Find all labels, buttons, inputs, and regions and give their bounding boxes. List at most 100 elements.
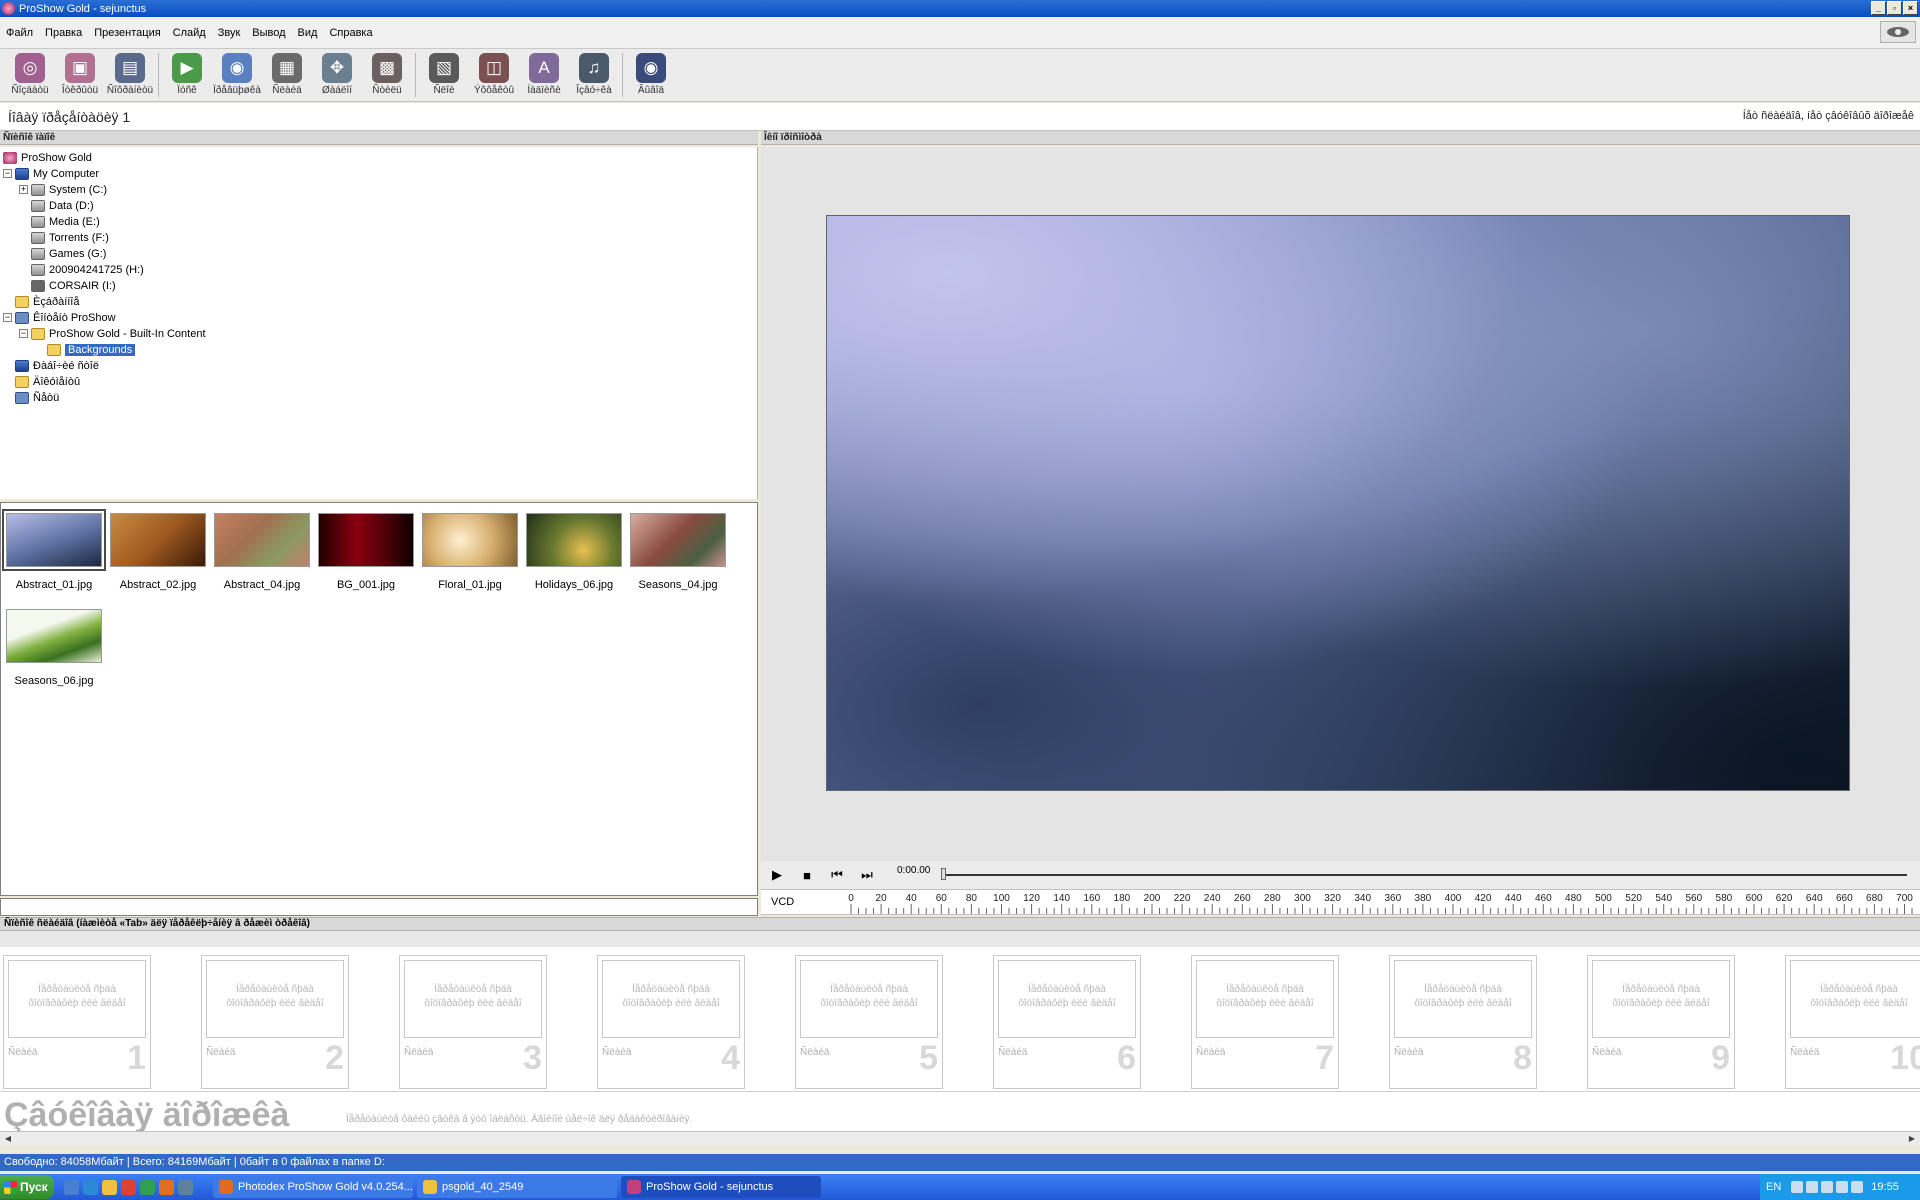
- menu-item-4[interactable]: Слайд: [173, 27, 206, 39]
- collapse-icon[interactable]: −: [19, 329, 28, 338]
- tree-node[interactable]: Äîêóìåíòû: [15, 374, 80, 389]
- tree-node[interactable]: − Êîíòåíò ProShow: [3, 310, 116, 325]
- play-button[interactable]: ▶ Ïóñê: [165, 53, 209, 96]
- slide-slot[interactable]: Ïåðåòàùèòå ñþäà ôîòîãðàôèþ èëè âèäåî Ñëàéä…: [1587, 955, 1735, 1089]
- sound-button[interactable]: ♫ Îçâó÷êà: [572, 53, 616, 96]
- slide-drop-target[interactable]: Ïåðåòàùèòå ñþäà ôîòîãðàôèþ èëè âèäåî: [404, 960, 542, 1038]
- show-desktop-icon[interactable]: [64, 1179, 79, 1195]
- playback-slider-handle[interactable]: [941, 868, 946, 880]
- tree-node[interactable]: Games (G:): [31, 246, 106, 261]
- collapse-icon[interactable]: −: [3, 169, 12, 178]
- tree-node[interactable]: Data (D:): [31, 198, 94, 213]
- tree-node[interactable]: − My Computer: [3, 166, 99, 181]
- app-h-icon[interactable]: [140, 1179, 155, 1195]
- open-button[interactable]: ▣ Îòêðûòü: [58, 53, 102, 96]
- minimize-button[interactable]: _: [1871, 1, 1886, 15]
- tray-clock-app-icon[interactable]: [1821, 1181, 1834, 1193]
- slide-drop-target[interactable]: Ïåðåòàùèòå ñþäà ôîòîãðàôèþ èëè âèäåî: [1790, 960, 1920, 1038]
- playback-slider[interactable]: [941, 874, 1907, 876]
- restore-button[interactable]: ▫: [1887, 1, 1902, 15]
- tree-node[interactable]: Backgrounds: [47, 342, 136, 357]
- file-thumbnail[interactable]: Abstract_04.jpg: [212, 513, 312, 591]
- slide-drop-target[interactable]: Ïåðåòàùèòå ñþäà ôîòîãðàôèþ èëè âèäåî: [1592, 960, 1730, 1038]
- menu-item-5[interactable]: Звук: [218, 27, 241, 39]
- scroll-left-icon[interactable]: ◀: [2, 1133, 14, 1144]
- slide-slot[interactable]: Ïåðåòàùèòå ñþäà ôîòîãðàôèþ èëè âèäåî Ñëàéä…: [795, 955, 943, 1089]
- close-button[interactable]: ×: [1903, 1, 1918, 15]
- menu-item-8[interactable]: Справка: [329, 27, 372, 39]
- slide-drop-target[interactable]: Ïåðåòàùèòå ñþäà ôîòîãðàôèþ èëè âèäåî: [206, 960, 344, 1038]
- tree-node[interactable]: Media (E:): [31, 214, 100, 229]
- acrobat-icon[interactable]: [121, 1179, 136, 1195]
- tree-node[interactable]: Ñåòü: [15, 390, 59, 405]
- taskbar-task[interactable]: psgold_40_2549: [417, 1176, 617, 1198]
- file-thumbnail[interactable]: Holidays_06.jpg: [524, 513, 624, 591]
- tree-node[interactable]: CORSAIR (I:): [31, 278, 116, 293]
- slide-drop-target[interactable]: Ïåðåòàùèòå ñþäà ôîòîãðàôèþ èëè âèäåî: [1196, 960, 1334, 1038]
- file-thumbnail[interactable]: Abstract_01.jpg: [2, 509, 106, 591]
- file-filter-field[interactable]: [0, 898, 758, 916]
- style-button[interactable]: ▩ Ñòèëü: [365, 53, 409, 96]
- view-toggle-button[interactable]: [1880, 21, 1916, 43]
- slide-slot[interactable]: Ïåðåòàùèòå ñþäà ôîòîãðàôèþ èëè âèäåî Ñëàéä…: [1191, 955, 1339, 1089]
- taskbar-task[interactable]: ProShow Gold - sejunctus: [621, 1176, 821, 1198]
- internet-explorer-icon[interactable]: [83, 1179, 98, 1195]
- slide-drop-target[interactable]: Ïåðåòàùèòå ñþäà ôîòîãðàôèþ èëè âèäåî: [1394, 960, 1532, 1038]
- preview-button[interactable]: ◉ Ïðåâüþøêà: [213, 53, 261, 96]
- next-icon[interactable]: ⏭: [857, 865, 877, 885]
- taskbar-task[interactable]: Photodex ProShow Gold v4.0.254...: [213, 1176, 413, 1198]
- file-thumbnail[interactable]: Seasons_04.jpg: [628, 513, 728, 591]
- tree-node[interactable]: Torrents (F:): [31, 230, 109, 245]
- template-button[interactable]: ✥ Øàáëîí: [315, 53, 359, 96]
- output-button[interactable]: ◉ Âûâîä: [629, 53, 673, 96]
- tree-node[interactable]: + System (C:): [19, 182, 107, 197]
- firefox-icon[interactable]: [159, 1179, 174, 1195]
- slide-slot[interactable]: Ïåðåòàùèòå ñþäà ôîòîãðàôèþ èëè âèäåî Ñëàéä…: [3, 955, 151, 1089]
- menu-item-7[interactable]: Вид: [298, 27, 318, 39]
- horizontal-scrollbar[interactable]: ◀ ▶: [0, 1131, 1920, 1145]
- folder-icon[interactable]: [102, 1179, 117, 1195]
- language-indicator[interactable]: EN: [1766, 1181, 1781, 1193]
- slide-button[interactable]: ▦ Ñëàéä: [265, 53, 309, 96]
- tray-security-icon[interactable]: [1806, 1181, 1819, 1193]
- layers-button[interactable]: ▧ Ñëîè: [422, 53, 466, 96]
- tree-node[interactable]: Ðàáî÷èé ñòîë: [15, 358, 99, 373]
- slide-drop-target[interactable]: Ïåðåòàùèòå ñþäà ôîòîãðàôèþ èëè âèäåî: [8, 960, 146, 1038]
- slide-slot[interactable]: Ïåðåòàùèòå ñþäà ôîòîãðàôèþ èëè âèäåî Ñëàéä…: [201, 955, 349, 1089]
- menu-item-1[interactable]: Файл: [6, 27, 33, 39]
- monitor-icon[interactable]: [178, 1179, 193, 1195]
- tree-node[interactable]: Èçáðàííîå: [15, 294, 79, 309]
- play-icon[interactable]: ▶: [767, 865, 787, 885]
- slide-slot[interactable]: Ïåðåòàùèòå ñþäà ôîòîãðàôèþ èëè âèäåî Ñëàéä…: [597, 955, 745, 1089]
- output-format[interactable]: VCD: [771, 896, 794, 908]
- menu-item-6[interactable]: Вывод: [252, 27, 285, 39]
- slide-drop-target[interactable]: Ïåðåòàùèòå ñþäà ôîòîãðàôèþ èëè âèäåî: [998, 960, 1136, 1038]
- soundtrack-area[interactable]: Çâóêîâàÿ äîðîæêà Ïåðåòàùèòå ôàéëû çâóêà …: [0, 1091, 1920, 1134]
- expand-icon[interactable]: +: [19, 185, 28, 194]
- scroll-right-icon[interactable]: ▶: [1906, 1133, 1918, 1144]
- save-button[interactable]: ▤ Ñîõðàíèòü: [107, 53, 153, 96]
- tray-volume-icon[interactable]: [1851, 1181, 1864, 1193]
- tray-network-icon[interactable]: [1791, 1181, 1804, 1193]
- menu-item-2[interactable]: Правка: [45, 27, 82, 39]
- file-thumbnail[interactable]: Floral_01.jpg: [420, 513, 520, 591]
- slide-slot[interactable]: Ïåðåòàùèòå ñþäà ôîòîãðàôèþ èëè âèäåî Ñëàéä…: [399, 955, 547, 1089]
- tree-node[interactable]: ProShow Gold: [3, 150, 92, 165]
- show-name[interactable]: Íîâàÿ ïðåçåíòàöèÿ 1: [8, 109, 130, 125]
- collapse-icon[interactable]: −: [3, 313, 12, 322]
- stop-icon[interactable]: ■: [797, 865, 817, 885]
- file-thumbnail[interactable]: Seasons_06.jpg: [4, 609, 104, 687]
- effects-button[interactable]: ◫ Ýôôåêòû: [472, 53, 516, 96]
- captions-button[interactable]: A Íàäïèñè: [522, 53, 566, 96]
- slide-slot[interactable]: Ïåðåòàùèòå ñþäà ôîòîãðàôèþ èëè âèäåî Ñëàéä…: [1785, 955, 1920, 1089]
- file-thumbnail[interactable]: Abstract_02.jpg: [108, 513, 208, 591]
- previous-icon[interactable]: ⏮: [827, 865, 847, 885]
- file-thumbnail[interactable]: BG_001.jpg: [316, 513, 416, 591]
- new-show-button[interactable]: ◎ Ñîçäàòü: [8, 53, 52, 96]
- tree-node[interactable]: 200904241725 (H:): [31, 262, 144, 277]
- slide-slot[interactable]: Ïåðåòàùèòå ñþäà ôîòîãðàôèþ èëè âèäåî Ñëàéä…: [993, 955, 1141, 1089]
- slide-drop-target[interactable]: Ïåðåòàùèòå ñþäà ôîòîãðàôèþ èëè âèäåî: [602, 960, 740, 1038]
- start-button[interactable]: Пуск: [0, 1175, 54, 1199]
- menu-item-3[interactable]: Презентация: [94, 27, 160, 39]
- slide-slot[interactable]: Ïåðåòàùèòå ñþäà ôîòîãðàôèþ èëè âèäåî Ñëàéä…: [1389, 955, 1537, 1089]
